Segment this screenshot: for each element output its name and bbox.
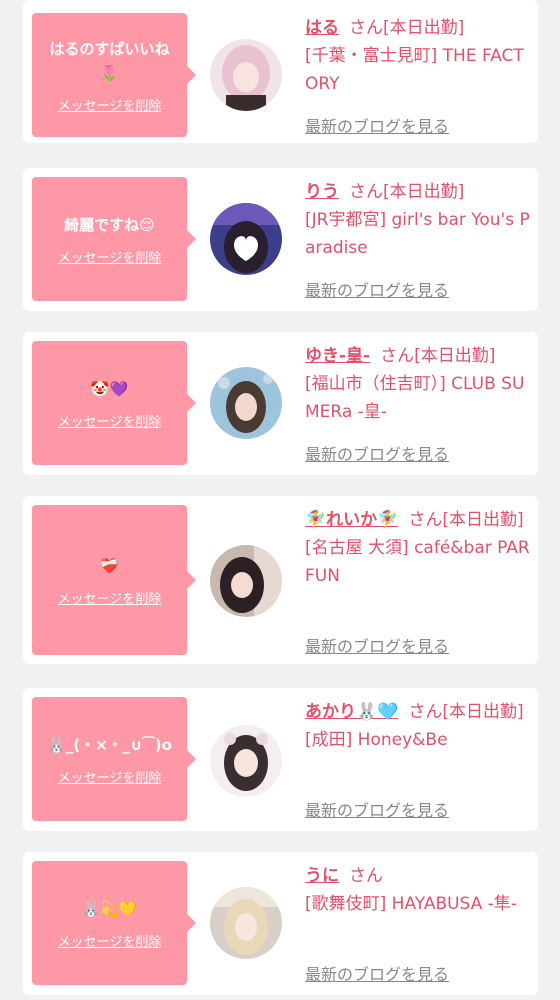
shop-name: [成田] Honey&Be	[305, 730, 448, 750]
girl-info: りう さん[本日出勤] [JR宇都宮] girl's bar You's Para…	[305, 178, 531, 262]
message-bubble: 🤡💜 メッセージを削除	[32, 341, 196, 465]
girl-name-link[interactable]: 🧚‍♀️れいか🧚‍♀️	[305, 510, 398, 530]
latest-blog-link[interactable]: 最新のブログを見る	[305, 797, 449, 821]
girl-name-link[interactable]: ゆき-皇-	[305, 346, 370, 366]
message-text: はるのすぱいいね🌷	[49, 39, 170, 82]
status-label: [本日出勤]	[442, 702, 524, 722]
favorite-card: 綺麗ですね😌 メッセージを削除 りう さん[本日出勤] [JR宇都宮] girl'…	[23, 168, 538, 311]
girl-name-link[interactable]: はる	[305, 18, 339, 38]
message-bubble: 綺麗ですね😌 メッセージを削除	[32, 177, 196, 301]
latest-blog-link[interactable]: 最新のブログを見る	[305, 113, 449, 137]
latest-blog-link[interactable]: 最新のブログを見る	[305, 961, 449, 985]
shop-name: [千葉・富士見町] THE FACTORY	[305, 46, 524, 94]
message-text: 🐰💫💛	[81, 899, 138, 918]
girl-info: あかり🐰🩵 さん[本日出勤] [成田] Honey&Be	[305, 698, 531, 754]
honorific: さん	[408, 510, 443, 530]
honorific: さん	[349, 182, 383, 202]
honorific: さん	[408, 702, 443, 722]
avatar[interactable]	[210, 725, 282, 797]
message-bubble: はるのすぱいいね🌷 メッセージを削除	[32, 13, 196, 137]
girl-info: うに さん [歌舞伎町] HAYABUSA -隼-	[305, 862, 531, 918]
favorite-card: はるのすぱいいね🌷 メッセージを削除 はる さん[本日出勤] [千葉・富士見町] …	[23, 0, 538, 143]
status-label: [本日出勤]	[414, 346, 496, 366]
message-text: ❤️‍🩹	[100, 556, 119, 575]
status-label: [本日出勤]	[383, 182, 465, 202]
message-bubble: 🐰_(・×・_∪⁀)o メッセージを削除	[32, 697, 196, 821]
status-label: [本日出勤]	[442, 510, 524, 530]
message-text: 🤡💜	[90, 379, 129, 398]
delete-message-link[interactable]: メッセージを削除	[58, 767, 162, 786]
girl-name-link[interactable]: うに	[305, 866, 339, 886]
girl-name-link[interactable]: あかり🐰🩵	[305, 702, 398, 722]
honorific: さん	[349, 18, 383, 38]
avatar[interactable]	[210, 39, 282, 111]
shop-name: [福山市（住吉町）] CLUB SUMERa -皇-	[305, 374, 525, 422]
latest-blog-link[interactable]: 最新のブログを見る	[305, 633, 449, 657]
delete-message-link[interactable]: メッセージを削除	[58, 411, 162, 430]
delete-message-link[interactable]: メッセージを削除	[58, 247, 162, 266]
honorific: さん	[380, 346, 415, 366]
shop-name: [名古屋 大須] café&bar PARFUN	[305, 538, 530, 586]
favorite-card: ❤️‍🩹 メッセージを削除 🧚‍♀️れいか🧚‍♀️ さん[本日出勤] [名古屋 大…	[23, 496, 538, 664]
shop-name: [JR宇都宮] girl's bar You's Paradise	[305, 210, 530, 258]
favorite-card: 🤡💜 メッセージを削除 ゆき-皇- さん[本日出勤] [福山市（住吉町）] CLU…	[23, 332, 538, 475]
delete-message-link[interactable]: メッセージを削除	[58, 95, 162, 114]
delete-message-link[interactable]: メッセージを削除	[58, 931, 162, 950]
girl-name-link[interactable]: りう	[305, 182, 339, 202]
honorific: さん	[349, 866, 383, 886]
message-text: 綺麗ですね😌	[64, 215, 155, 234]
avatar[interactable]	[210, 887, 282, 959]
message-bubble: 🐰💫💛 メッセージを削除	[32, 861, 196, 985]
girl-info: はる さん[本日出勤] [千葉・富士見町] THE FACTORY	[305, 14, 531, 98]
shop-name: [歌舞伎町] HAYABUSA -隼-	[305, 894, 517, 914]
status-label: [本日出勤]	[383, 18, 465, 38]
favorite-card: 🐰_(・×・_∪⁀)o メッセージを削除 あかり🐰🩵 さん[本日出勤] [成田] …	[23, 688, 538, 831]
message-bubble: ❤️‍🩹 メッセージを削除	[32, 505, 196, 655]
avatar[interactable]	[210, 203, 282, 275]
latest-blog-link[interactable]: 最新のブログを見る	[305, 441, 449, 465]
favorite-card: 🐰💫💛 メッセージを削除 うに さん [歌舞伎町] HAYABUSA -隼- 最新…	[23, 852, 538, 995]
avatar[interactable]	[210, 545, 282, 617]
avatar[interactable]	[210, 367, 282, 439]
girl-info: ゆき-皇- さん[本日出勤] [福山市（住吉町）] CLUB SUMERa -皇-	[305, 342, 531, 426]
latest-blog-link[interactable]: 最新のブログを見る	[305, 277, 449, 301]
message-text: 🐰_(・×・_∪⁀)o	[47, 735, 172, 754]
girl-info: 🧚‍♀️れいか🧚‍♀️ さん[本日出勤] [名古屋 大須] café&bar PA…	[305, 506, 531, 590]
delete-message-link[interactable]: メッセージを削除	[58, 588, 162, 607]
